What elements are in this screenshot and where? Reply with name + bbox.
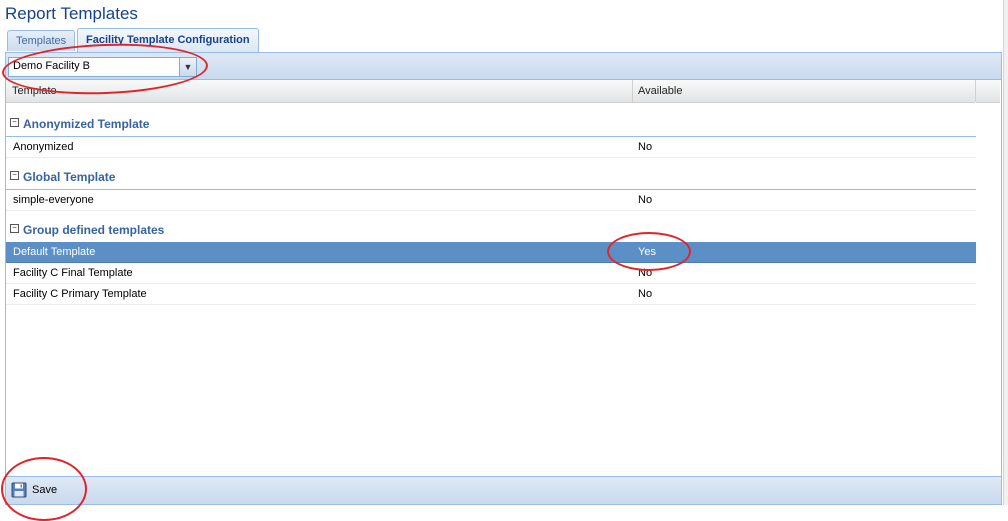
bottom-toolbar: Save xyxy=(6,476,1001,504)
tab-facility-template-configuration[interactable]: Facility Template Configuration xyxy=(77,28,259,52)
grid-header: Template Available xyxy=(6,80,976,103)
tab-strip: Templates Facility Template Configuratio… xyxy=(5,28,1002,52)
collapse-icon[interactable]: − xyxy=(10,118,19,127)
window-edge-scrollbar[interactable] xyxy=(1003,0,1008,505)
header-filler xyxy=(976,80,1000,103)
table-row[interactable]: Facility C Final Template No xyxy=(6,263,976,284)
template-cell: Default Template xyxy=(13,246,96,258)
table-row-selected[interactable]: Default Template Yes xyxy=(6,242,976,263)
chevron-down-icon[interactable]: ▼ xyxy=(179,58,196,76)
tab-templates[interactable]: Templates xyxy=(7,30,76,51)
floppy-disk-icon xyxy=(11,482,27,498)
group-header-group-defined[interactable]: − Group defined templates xyxy=(6,216,976,244)
save-label: Save xyxy=(32,484,58,496)
column-header-available[interactable]: Available xyxy=(632,80,976,102)
table-row[interactable]: Anonymized No xyxy=(6,137,976,158)
available-cell: No xyxy=(638,141,653,153)
template-cell: Anonymized xyxy=(13,141,74,153)
template-cell: simple-everyone xyxy=(13,194,94,206)
group-header-anonymized[interactable]: − Anonymized Template xyxy=(6,110,976,138)
available-cell: No xyxy=(638,267,653,279)
page-title: Report Templates xyxy=(5,4,138,23)
table-row[interactable]: Facility C Primary Template No xyxy=(6,284,976,305)
group-label: Anonymized Template xyxy=(23,117,150,131)
table-row[interactable]: simple-everyone No xyxy=(6,190,976,211)
facility-template-panel: Demo Facility B ▼ Template Available − A… xyxy=(5,52,1002,505)
template-cell: Facility C Final Template xyxy=(13,267,133,279)
template-cell: Facility C Primary Template xyxy=(13,288,147,300)
available-cell: No xyxy=(638,288,653,300)
collapse-icon[interactable]: − xyxy=(10,171,19,180)
facility-select-value: Demo Facility B xyxy=(13,60,91,72)
top-toolbar: Demo Facility B ▼ xyxy=(6,53,1001,80)
available-cell: Yes xyxy=(638,246,656,258)
available-cell: No xyxy=(638,194,653,206)
group-label: Global Template xyxy=(23,170,116,184)
group-label: Group defined templates xyxy=(23,223,165,237)
column-header-template[interactable]: Template xyxy=(6,80,633,102)
facility-select[interactable]: Demo Facility B ▼ xyxy=(8,57,197,77)
collapse-icon[interactable]: − xyxy=(10,224,19,233)
group-header-global[interactable]: − Global Template xyxy=(6,163,976,191)
